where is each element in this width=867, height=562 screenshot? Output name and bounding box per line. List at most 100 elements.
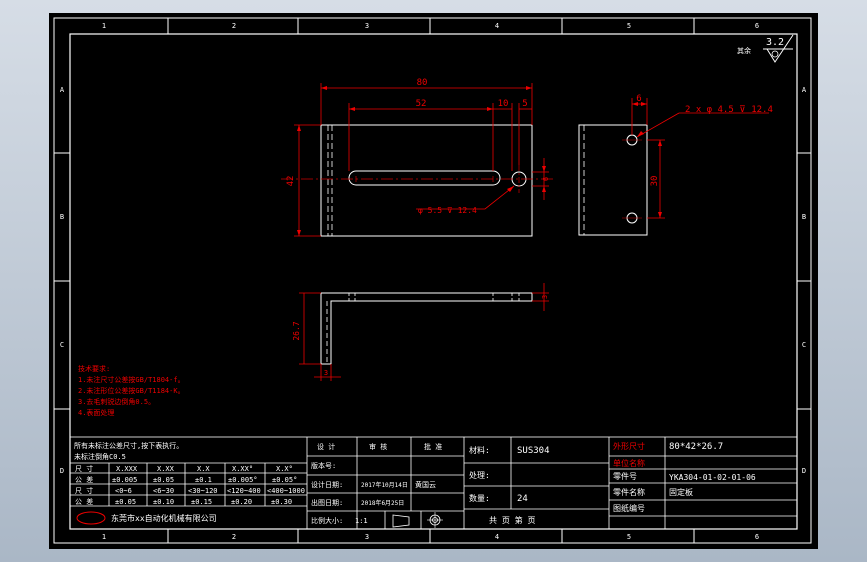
bracket-profile (320, 292, 533, 365)
signoff-review: 审 核 (369, 442, 387, 451)
row-label: D (60, 467, 64, 475)
print-date-label: 出图日期: (311, 498, 343, 507)
dim-slot-width: 6 (542, 177, 550, 181)
tolerance-note: 未标注倒角C0.5 (74, 452, 126, 461)
side-dimensions (631, 98, 769, 219)
part-name-value: 固定板 (669, 487, 693, 497)
dim-slot-length: 52 (416, 99, 427, 109)
row-label: B (60, 213, 64, 221)
roughness-value: 3.2 (766, 37, 784, 48)
signoff-approve: 批 准 (424, 442, 442, 451)
row-label: C (60, 341, 64, 349)
scale-label: 比例大小: (311, 516, 343, 525)
tolerance-cell: 公 差 (75, 497, 93, 506)
dim-hole-spacing: 30 (650, 176, 660, 187)
quantity-value: 24 (517, 494, 528, 504)
tolerance-cell: ±0.1 (195, 476, 212, 484)
tolerance-header: X.XXX (116, 465, 138, 473)
tolerance-cell: ±0.15 (191, 498, 212, 506)
dim-5: 5 (522, 99, 527, 109)
tolerance-cell: 尺 寸 (75, 486, 93, 495)
front-plate-outline (320, 124, 533, 237)
design-date-value: 2017年10月14日 (361, 481, 408, 489)
material-label: 材料: (469, 445, 490, 455)
tolerance-header: X.X° (276, 465, 293, 473)
dim-thickness-top: 3 (541, 295, 549, 299)
dim-total-width: 80 (417, 78, 428, 88)
tech-notes: 技术要求: 1.未注尺寸公差按GB/T1804-f。 2.未注形位公差按GB/T… (78, 364, 185, 417)
top-dimensions (299, 283, 549, 381)
col-label: 4 (495, 533, 499, 541)
col-label: 4 (495, 22, 499, 30)
top-view (320, 292, 533, 365)
drawing-no-label: 图纸编号 (613, 503, 645, 513)
tolerance-cell: ±0.20 (231, 498, 252, 506)
spec-value: 80*42*26.7 (669, 442, 723, 452)
col-label: 2 (232, 22, 236, 30)
slot-outline (348, 170, 501, 186)
col-label: 3 (365, 22, 369, 30)
tolerance-cell: <400~1000 (267, 487, 305, 495)
edition-label: 版本号: (311, 461, 336, 470)
side-view (578, 124, 648, 236)
dim-side-offset: 6 (636, 94, 641, 104)
tolerance-cell: ±0.05° (272, 476, 297, 484)
hole-callout: φ 5.5 ⊽ 12.4 (418, 206, 477, 215)
tolerance-cell: <30~120 (188, 487, 218, 495)
projection-symbol (392, 512, 443, 528)
tolerance-header: 尺 寸 (75, 464, 93, 473)
company-name: 东莞市xx自动化机械有限公司 (111, 513, 217, 523)
tolerance-header: X.XX° (232, 465, 253, 473)
unit-label: 单位名称 (613, 458, 645, 468)
col-label: 1 (102, 533, 106, 541)
row-label: C (802, 341, 806, 349)
hole-pattern-callout: 2 x φ 4.5 ⊽ 12.4 (685, 105, 773, 115)
treatment-label: 处理: (469, 470, 490, 480)
sheet-count: 共 页 第 页 (489, 515, 535, 525)
tolerance-cell: <6~30 (153, 487, 174, 495)
col-label: 2 (232, 533, 236, 541)
tech-note-line: 2.未注形位公差按GB/T1184-K。 (78, 386, 185, 395)
row-label: A (802, 86, 807, 94)
tolerance-cell: ±0.05 (115, 498, 136, 506)
scale-value: 1:1 (355, 517, 368, 525)
roughness-symbol: 其余 3.2 (737, 34, 794, 63)
part-name-label: 零件名称 (613, 487, 645, 497)
row-label: A (60, 86, 65, 94)
col-label: 3 (365, 533, 369, 541)
row-label: B (802, 213, 806, 221)
col-label: 6 (755, 533, 759, 541)
front-view (281, 124, 554, 237)
tolerance-cell: 公 差 (75, 475, 93, 484)
part-no-label: 零件号 (613, 471, 637, 481)
part-no-value: YKA304-01-02-01-06 (669, 473, 756, 482)
signoff-design: 设 计 (317, 442, 335, 451)
dim-thickness-bottom: 3 (324, 369, 328, 377)
tolerance-cell: ±0.10 (153, 498, 174, 506)
col-label: 5 (627, 22, 631, 30)
col-label: 1 (102, 22, 106, 30)
tolerance-cell: ±0.005 (112, 476, 137, 484)
tolerance-cell: ±0.30 (271, 498, 292, 506)
tolerance-header: X.X (197, 465, 210, 473)
col-label: 5 (627, 533, 631, 541)
print-date-value: 2018年6月25日 (361, 499, 404, 507)
tech-note-line: 3.去毛刺锐边倒角0.5。 (78, 397, 155, 406)
quantity-label: 数量: (469, 493, 490, 503)
tolerance-note: 所有未标注公差尺寸,按下表执行。 (74, 441, 183, 450)
row-label: D (802, 467, 806, 475)
col-label: 6 (755, 22, 759, 30)
tolerance-cell: ±0.005° (228, 476, 258, 484)
spec-label: 外形尺寸 (613, 441, 645, 451)
technical-drawing: 1 2 3 4 5 6 1 2 3 4 5 6 A B C D A B C D … (53, 17, 812, 544)
dim-height: 42 (286, 176, 296, 187)
dim-bend-height: 26.7 (292, 321, 301, 340)
tolerance-cell: <120~400 (227, 487, 261, 495)
design-date-label: 设计日期: (311, 480, 343, 489)
designer-name: 黄国云 (415, 480, 436, 489)
tech-note-line: 4.表面处理 (78, 408, 114, 417)
tech-notes-title: 技术要求: (78, 364, 110, 373)
tech-note-line: 1.未注尺寸公差按GB/T1804-f。 (78, 375, 185, 384)
roughness-label: 其余 (737, 46, 751, 55)
tolerance-cell: <0~6 (115, 487, 132, 495)
